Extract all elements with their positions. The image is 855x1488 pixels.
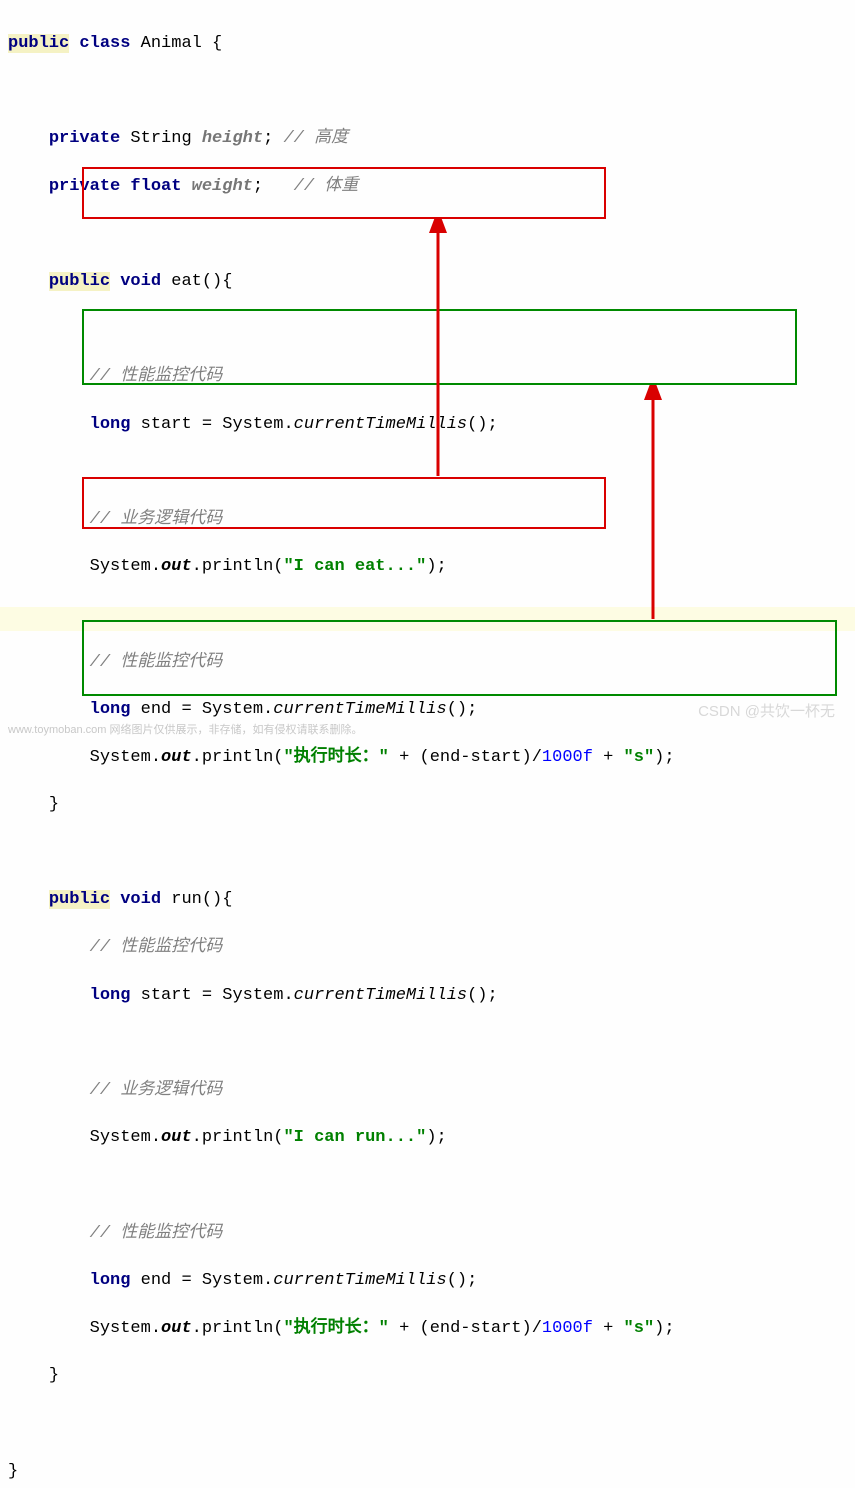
keyword-long: long: [90, 1271, 131, 1290]
brace: }: [8, 1462, 18, 1481]
watermark-left: www.toymoban.com 网络图片仅供展示，非存储，如有侵权请联系删除。: [8, 723, 362, 738]
string-literal: "I can eat...": [283, 557, 426, 576]
string-literal: "执行时长：": [283, 748, 388, 767]
keyword-void: void: [110, 272, 161, 291]
keyword-class: class: [79, 34, 130, 53]
keyword-public: public: [8, 34, 69, 53]
string-literal: "s": [624, 1319, 655, 1338]
keyword-private: private: [49, 177, 120, 196]
method-sig: run(){: [161, 890, 232, 909]
type: float: [120, 177, 191, 196]
type: String: [120, 129, 202, 148]
static-field: out: [161, 1128, 192, 1147]
class-name: Animal {: [130, 34, 222, 53]
brace: }: [49, 1366, 59, 1385]
number-literal: 1000f: [542, 748, 593, 767]
keyword-long: long: [90, 415, 131, 434]
field-name: weight: [192, 177, 253, 196]
method-call: currentTimeMillis: [273, 1271, 446, 1290]
static-field: out: [161, 1319, 192, 1338]
static-field: out: [161, 557, 192, 576]
comment: // 业务逻辑代码: [90, 1081, 223, 1100]
field-name: height: [202, 129, 263, 148]
static-field: out: [161, 748, 192, 767]
comment: // 性能监控代码: [90, 1224, 223, 1243]
keyword-public: public: [49, 272, 110, 291]
comment: // 性能监控代码: [90, 938, 223, 957]
comment: // 性能监控代码: [90, 653, 223, 672]
method-sig: eat(){: [161, 272, 232, 291]
keyword-public: public: [49, 890, 110, 909]
keyword-long: long: [90, 700, 131, 719]
method-call: currentTimeMillis: [294, 986, 467, 1005]
keyword-private: private: [49, 129, 120, 148]
method-call: currentTimeMillis: [294, 415, 467, 434]
brace: }: [49, 795, 59, 814]
string-literal: "I can run...": [283, 1128, 426, 1147]
comment: // 业务逻辑代码: [90, 510, 223, 529]
number-literal: 1000f: [542, 1319, 593, 1338]
comment: // 性能监控代码: [90, 367, 223, 386]
method-call: currentTimeMillis: [273, 700, 446, 719]
comment: // 体重: [283, 177, 358, 196]
code-block: public class Animal { private String hei…: [8, 8, 847, 1488]
string-literal: "执行时长：": [283, 1319, 388, 1338]
keyword-void: void: [110, 890, 161, 909]
string-literal: "s": [624, 748, 655, 767]
comment: // 高度: [273, 129, 348, 148]
watermark-right: CSDN @共饮一杯无: [698, 701, 835, 722]
keyword-long: long: [90, 986, 131, 1005]
